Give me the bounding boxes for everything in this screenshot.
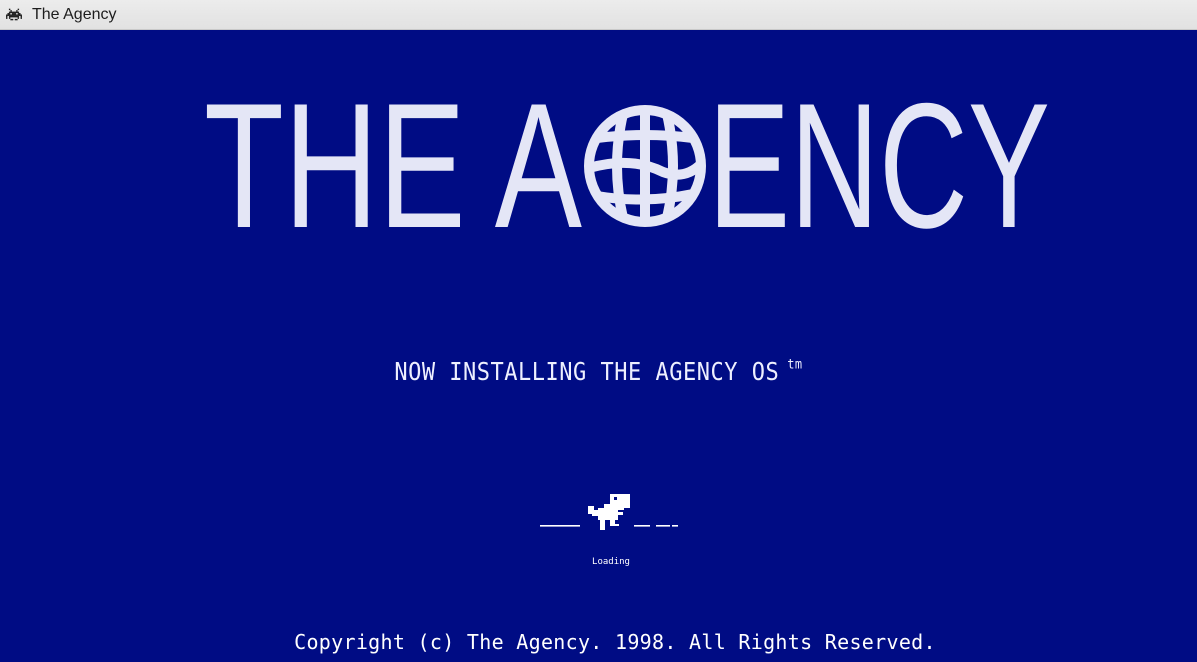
title-bar[interactable]: The Agency — [0, 0, 1197, 30]
install-message-text: NOW INSTALLING THE AGENCY OS — [394, 358, 780, 387]
logo-text-right: ENCY — [708, 98, 1050, 232]
dinosaur-eye — [614, 497, 617, 500]
dinosaur-loader — [540, 494, 678, 530]
loading-label: Loading — [592, 557, 630, 567]
agency-logo: THE A ENCY — [204, 98, 1050, 232]
copyright-notice: Copyright (c) The Agency. 1998. All Righ… — [294, 630, 936, 654]
globe-icon — [584, 105, 706, 227]
dinosaur-icon — [588, 494, 630, 530]
app-window: The Agency THE A ENCY NOW INSTALLING THE… — [0, 0, 1197, 662]
logo-text-left: THE A — [204, 98, 582, 232]
ground-line — [540, 525, 678, 527]
window-title: The Agency — [32, 6, 117, 23]
trademark-mark: tm — [787, 356, 803, 373]
install-message: NOW INSTALLING THE AGENCY OS tm — [0, 356, 1197, 386]
splash-screen: THE A ENCY NOW INSTALLING THE AGENCY OS t… — [0, 30, 1197, 662]
space-invader-icon — [6, 8, 22, 21]
